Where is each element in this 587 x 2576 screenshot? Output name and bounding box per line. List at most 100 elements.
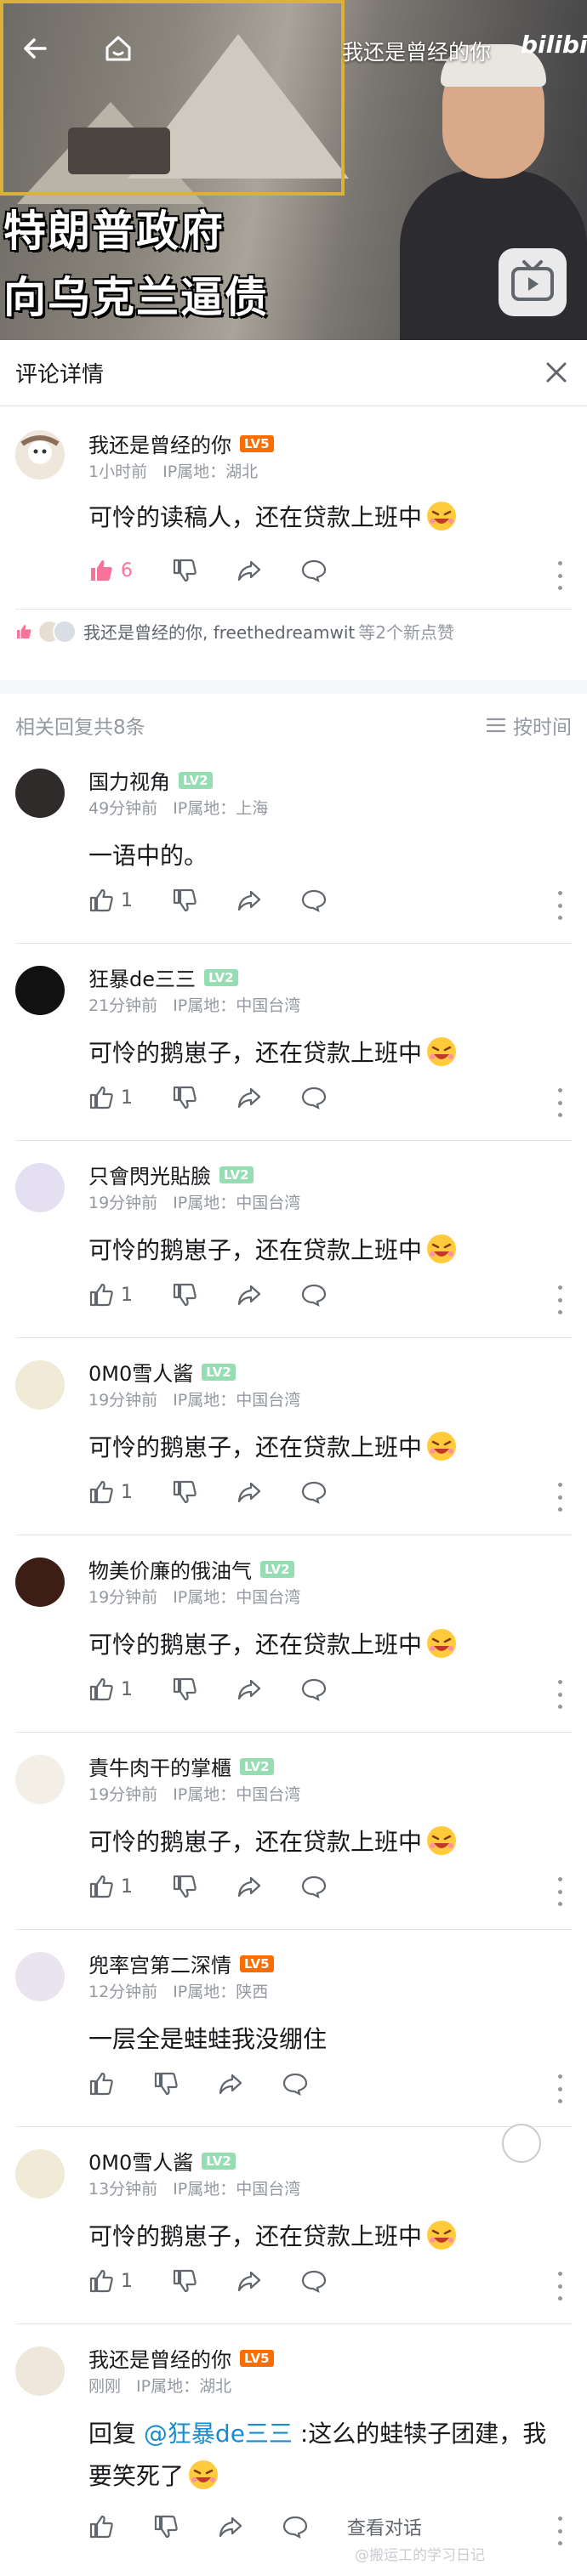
comment-meta: 19分钟前 IP属地：中国台湾 [88,1585,300,1608]
username[interactable]: 物美价廉的俄油气 [88,1554,252,1584]
laughing-emoji-icon [427,2221,457,2250]
more-options-icon[interactable] [555,561,565,590]
like-button[interactable]: 1 [88,1874,133,1899]
dislike-button[interactable] [172,888,197,913]
like-button[interactable]: 1 [88,888,133,913]
reply-button[interactable] [301,558,327,583]
sort-by-time-button[interactable]: 按时间 [486,711,572,740]
reply-button[interactable] [282,2514,308,2539]
like-button[interactable]: 6 [88,558,133,583]
username[interactable]: 国力视角 [88,765,170,795]
thumbs-up-icon [89,2515,113,2539]
username[interactable]: 0M0雪人酱 [88,1357,193,1387]
like-button[interactable]: 1 [88,1479,133,1505]
avatar[interactable] [15,1163,65,1212]
username[interactable]: 只會閃光貼臉 [88,1160,211,1189]
username[interactable]: 責牛肉干的掌櫃 [88,1751,231,1781]
share-button[interactable] [237,888,262,913]
close-icon[interactable] [539,355,573,389]
share-icon [237,1087,261,1109]
reply-button[interactable] [282,2071,308,2097]
reply-button[interactable] [301,1282,327,1308]
avatar[interactable] [15,769,65,818]
reply-button[interactable] [301,1479,327,1505]
dislike-button[interactable] [172,1085,197,1110]
username[interactable]: 我还是曾经的你 [88,428,231,458]
laughing-emoji-icon [427,1234,457,1263]
share-button[interactable] [218,2071,243,2097]
thumbs-up-icon [89,2072,113,2096]
like-button[interactable]: 1 [88,1677,133,1702]
ip-location: IP属地：中国台湾 [173,996,301,1015]
dislike-button[interactable] [172,2268,197,2294]
reply-button[interactable] [301,1677,327,1702]
reply-button[interactable] [301,2268,327,2294]
more-options-icon[interactable] [555,2272,565,2301]
avatar[interactable] [15,1360,65,1410]
like-button[interactable] [88,2071,114,2097]
comment-bubble-icon [282,2073,308,2097]
more-options-icon[interactable] [555,1680,565,1709]
more-options-icon[interactable] [555,1285,565,1314]
tv-play-icon[interactable] [499,248,567,316]
like-count: 1 [121,889,133,911]
dislike-button[interactable] [153,2071,179,2097]
share-button[interactable] [237,558,262,583]
like-button[interactable]: 1 [88,1085,133,1110]
more-options-icon[interactable] [555,2516,565,2545]
more-options-icon[interactable] [555,2074,565,2103]
reply-prefix: 回复 [88,2420,137,2448]
username[interactable]: 我还是曾经的你 [88,2343,231,2373]
dislike-button[interactable] [172,1874,197,1899]
share-button[interactable] [237,1085,262,1110]
like-button[interactable]: 1 [88,2268,133,2294]
avatar[interactable] [15,966,65,1015]
reply-text-content: 一语中的。 [88,842,208,870]
avatar[interactable] [15,2149,65,2199]
back-arrow-icon[interactable] [15,29,54,68]
username-row: 我还是曾经的你 LV5 [88,2343,274,2373]
reply-button[interactable] [301,1085,327,1110]
avatar[interactable] [15,430,65,479]
username-row: 0M0雪人酱 LV2 [88,2146,236,2176]
username[interactable]: 0M0雪人酱 [88,2146,193,2176]
dislike-button[interactable] [172,1282,197,1308]
share-button[interactable] [237,1874,262,1899]
view-conversation-link[interactable]: 查看对话 [347,2513,422,2540]
thumbs-down-icon [173,2269,197,2293]
avatar[interactable] [15,1558,65,1607]
share-button[interactable] [237,1282,262,1308]
thumbs-down-icon [154,2072,178,2096]
username[interactable]: 狂暴de三三 [88,962,196,992]
dislike-button[interactable] [153,2514,179,2539]
likers-row[interactable]: 我还是曾经的你, freethedreamwit 等2个新点赞 [15,619,454,644]
floating-circle-button[interactable] [502,2124,541,2163]
share-button[interactable] [237,2268,262,2294]
dislike-button[interactable] [172,1479,197,1505]
more-options-icon[interactable] [555,891,565,920]
like-button[interactable]: 1 [88,1282,133,1308]
thumbs-up-icon [89,888,113,912]
thumbs-down-icon [173,1283,197,1307]
more-options-icon[interactable] [555,1483,565,1512]
like-button[interactable] [88,2514,114,2539]
avatar[interactable] [15,2346,65,2396]
avatar[interactable] [15,1755,65,1804]
avatar[interactable] [15,1952,65,2001]
dislike-button[interactable] [172,558,197,583]
share-button[interactable] [218,2514,243,2539]
home-icon[interactable] [99,29,138,68]
more-options-icon[interactable] [555,1877,565,1906]
laughing-emoji-icon [427,1826,457,1855]
comment-meta: 13分钟前 IP属地：中国台湾 [88,2176,300,2199]
dislike-button[interactable] [172,1677,197,1702]
video-player[interactable]: 我还是曾经的你 bilibili 特朗普政府 向乌克兰逼债 [0,0,587,340]
share-button[interactable] [237,1677,262,1702]
liker-avatar [37,619,77,644]
reply-button[interactable] [301,1874,327,1899]
share-button[interactable] [237,1479,262,1505]
more-options-icon[interactable] [555,1088,565,1117]
username[interactable]: 兜率宫第二深情 [88,1949,231,1978]
reply-button[interactable] [301,888,327,913]
mention-link[interactable]: @狂暴de三三 [144,2420,293,2448]
